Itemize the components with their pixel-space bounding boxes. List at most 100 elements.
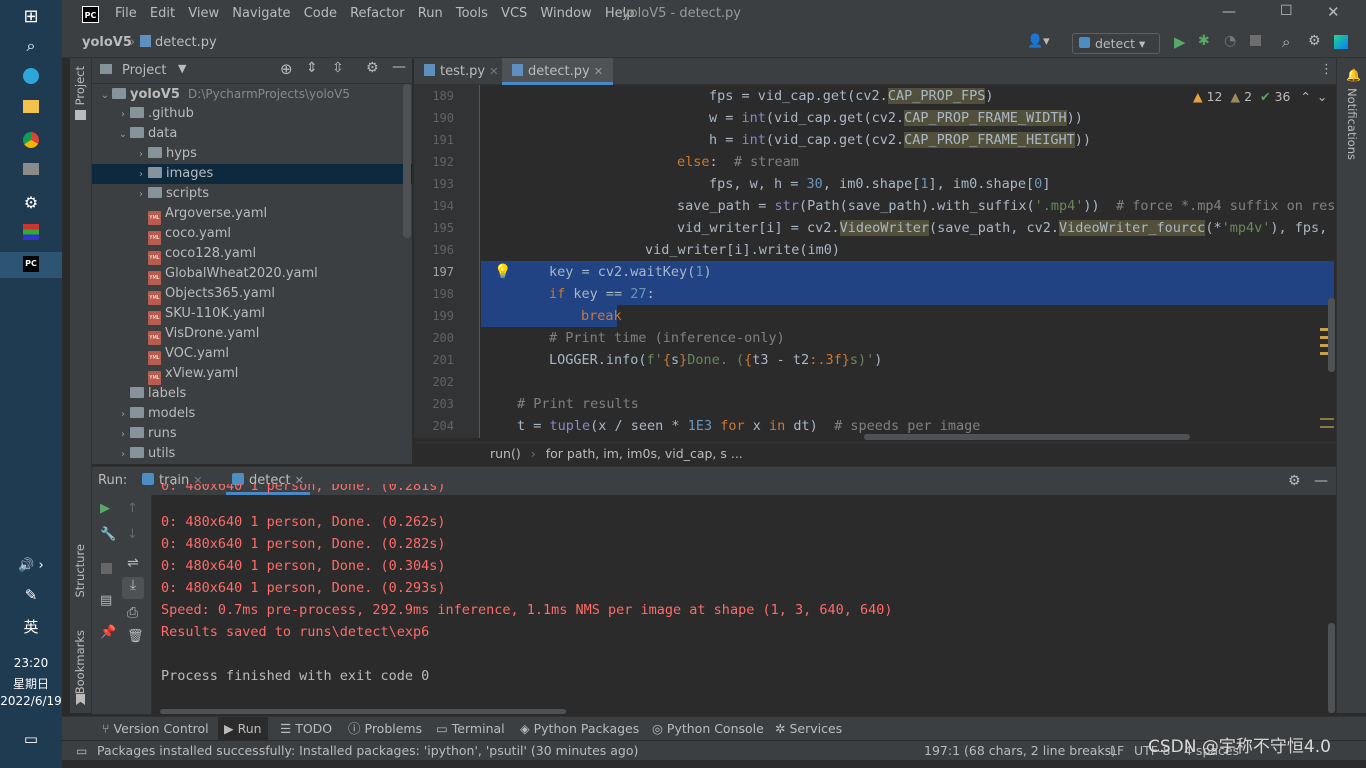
tree-item[interactable]: labels (92, 384, 412, 404)
chevron-right-icon[interactable]: › (134, 165, 148, 185)
user-account-icon[interactable]: 👤▾ (1027, 34, 1050, 49)
pycharm-taskbar-icon[interactable]: PC (0, 252, 62, 278)
tab-detect-py[interactable]: detect.py ✕ (502, 58, 614, 85)
settings-gear-icon[interactable]: ⚙ (1308, 33, 1321, 49)
code-line[interactable]: 197 key = cv2.waitKey(1) 💡 (414, 261, 1336, 283)
structure-tool-tab[interactable]: Structure (73, 544, 87, 598)
notifications-bell-icon[interactable]: 🔔 (1346, 68, 1361, 82)
chevron-up-icon[interactable]: ⌃ (1300, 89, 1310, 104)
menu-run[interactable]: Run (418, 6, 443, 21)
tree-item[interactable]: YML GlobalWheat2020.yaml (92, 264, 412, 285)
more-tabs-icon[interactable]: ⋮ (1320, 62, 1333, 77)
breadcrumb-function[interactable]: run() (490, 446, 521, 461)
code-line[interactable]: 203 # Print results (414, 393, 1336, 415)
run-settings-gear-icon[interactable]: ⚙ (1288, 467, 1301, 495)
tree-item[interactable]: YML SKU-110K.yaml (92, 304, 412, 325)
tree-root[interactable]: ⌄ yoloV5 D:\PycharmProjects\yoloV5 (92, 84, 412, 104)
breadcrumb-loop[interactable]: for path, im, im0s, vid_cap, s ... (546, 446, 743, 461)
tool-services[interactable]: ✲ Services (775, 717, 842, 741)
code-line[interactable]: 192 else: # stream (414, 151, 1336, 173)
search-everywhere-icon[interactable]: ⌕ (1282, 33, 1290, 51)
chevron-right-icon[interactable]: › (116, 445, 130, 465)
tree-item[interactable]: YML Argoverse.yaml (92, 204, 412, 225)
console-horizontal-scrollbar[interactable] (160, 709, 566, 714)
status-message-icon[interactable]: ▭ (76, 741, 87, 761)
tool-python-console[interactable]: ◎ Python Console (652, 717, 764, 741)
expand-all-icon[interactable]: ⇕ (306, 60, 318, 76)
error-stripe-mark[interactable] (1320, 418, 1334, 420)
edge-icon[interactable] (0, 68, 62, 88)
rerun-play-icon[interactable]: ▶ (100, 501, 110, 516)
chevron-down-icon[interactable]: ⌄ (1317, 89, 1327, 104)
run-play-icon[interactable]: ▶ (1174, 33, 1186, 51)
tool-run[interactable]: ▶ Run (218, 717, 268, 741)
menu-edit[interactable]: Edit (150, 6, 175, 21)
code-line[interactable]: 199 break (414, 305, 1336, 327)
code-line[interactable]: 194 save_path = str(Path(save_path).with_… (414, 195, 1351, 217)
tool-version-control[interactable]: ⑂ Version Control (102, 717, 209, 741)
code-line[interactable]: 200 # Print time (inference-only) (414, 327, 1336, 349)
notification-center-icon[interactable]: ▭ (0, 730, 62, 748)
breadcrumb-file[interactable]: detect.py (140, 35, 217, 50)
menu-view[interactable]: View (188, 6, 219, 21)
code-line[interactable]: 196 vid_writer[i].write(im0) (414, 239, 1336, 261)
code-line[interactable]: 201 LOGGER.info(f'{s}Done. ({t3 - t2:.3f}… (414, 349, 1336, 371)
caret-position[interactable]: 197:1 (68 chars, 2 line breaks) (924, 741, 1116, 761)
chrome-icon[interactable] (0, 132, 62, 152)
volume-icon[interactable]: 🔊 › (0, 558, 62, 573)
notifications-tool-tab[interactable]: Notifications (1345, 88, 1359, 160)
debug-bug-icon[interactable]: ✱ (1198, 33, 1210, 49)
coverage-icon[interactable]: ◔ (1224, 33, 1236, 49)
code-line[interactable]: 193 fps, w, h = 30, im0.shape[1], im0.sha… (414, 173, 1336, 195)
panel-options-gear-icon[interactable]: ⚙ (366, 60, 379, 76)
chevron-down-icon[interactable]: ⌄ (116, 125, 130, 145)
tree-item[interactable]: › models (92, 404, 412, 424)
menu-tools[interactable]: Tools (456, 6, 488, 21)
tree-item[interactable]: › utils (92, 444, 412, 464)
file-explorer-icon[interactable] (0, 100, 62, 117)
stop-icon[interactable] (101, 563, 112, 574)
chevron-down-icon[interactable]: ⌄ (98, 86, 112, 106)
stop-icon[interactable] (1250, 35, 1261, 46)
tree-item[interactable]: ⌄ data (92, 124, 412, 144)
status-message[interactable]: Packages installed successfully: Install… (97, 741, 638, 761)
tree-item[interactable]: › scripts (92, 184, 412, 204)
chevron-right-icon[interactable]: › (134, 185, 148, 205)
menu-window[interactable]: Window (540, 6, 591, 21)
trash-icon[interactable]: 🗑 (127, 629, 144, 644)
editor-horizontal-scrollbar[interactable] (864, 434, 1190, 440)
editor-vertical-scrollbar[interactable] (1328, 298, 1335, 372)
menu-code[interactable]: Code (304, 6, 337, 21)
chevron-right-icon[interactable]: › (116, 425, 130, 445)
scroll-to-end-icon[interactable]: ⤓ (122, 577, 144, 599)
code-line[interactable]: 195 vid_writer[i] = cv2.VideoWriter(save_… (414, 217, 1352, 239)
menu-vcs[interactable]: VCS (501, 6, 527, 21)
app-icon[interactable] (0, 163, 62, 179)
select-opened-file-icon[interactable]: ⊕ (280, 60, 293, 78)
tree-item[interactable]: › runs (92, 424, 412, 444)
code-line[interactable]: 191 h = int(vid_cap.get(cv2.CAP_PROP_FRAM… (414, 129, 1336, 151)
soft-wrap-icon[interactable]: ⇌ (127, 555, 139, 571)
chevron-down-icon[interactable]: ▼ (178, 62, 186, 75)
menu-refactor[interactable]: Refactor (350, 6, 405, 21)
tool-terminal[interactable]: ▭ Terminal (436, 717, 505, 741)
hide-panel-icon[interactable]: — (1314, 467, 1328, 495)
chevron-right-icon[interactable]: › (116, 105, 130, 125)
tree-item[interactable]: YML VOC.yaml (92, 344, 412, 365)
chevron-right-icon[interactable]: › (116, 405, 130, 425)
project-view-title[interactable]: Project (122, 63, 166, 78)
tree-item[interactable]: › images (92, 164, 412, 184)
pin-icon[interactable]: 📌 (100, 625, 116, 640)
bookmarks-tool-tab[interactable]: Bookmarks (73, 630, 87, 694)
tree-item[interactable]: › .github (92, 104, 412, 124)
close-tab-icon[interactable]: ✕ (489, 65, 498, 78)
code-line[interactable]: 198 if key == 27: (414, 283, 1336, 305)
menu-navigate[interactable]: Navigate (232, 6, 290, 21)
tree-item[interactable]: YML coco.yaml (92, 224, 412, 245)
winrar-icon[interactable] (0, 224, 62, 244)
tree-item[interactable]: YML Objects365.yaml (92, 284, 412, 305)
minimize-button[interactable]: — (1222, 4, 1236, 20)
line-separator[interactable]: LF (1110, 741, 1124, 761)
tree-item[interactable]: › hyps (92, 144, 412, 164)
code-line[interactable]: 202 (414, 371, 1336, 393)
